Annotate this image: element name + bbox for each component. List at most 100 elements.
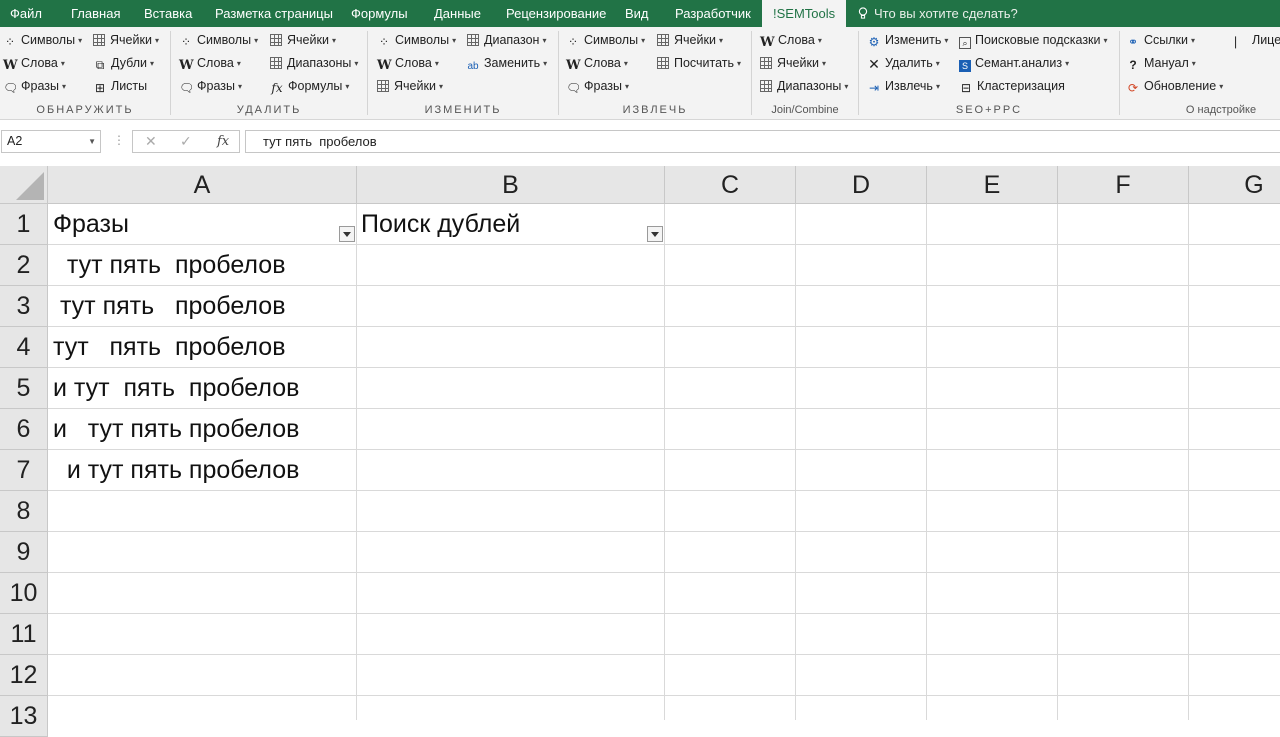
cell-b1[interactable]: Поиск дублей: [356, 204, 646, 245]
detect-phrases-button[interactable]: 🗨 Фразы ▾: [3, 76, 66, 96]
filter-dropdown-b1[interactable]: [647, 226, 663, 242]
change-cells-button[interactable]: Ячейки ▾: [377, 76, 443, 96]
row-header-7[interactable]: 7: [0, 450, 48, 491]
seo-modify-button[interactable]: ⚙ Изменить ▾: [867, 30, 949, 50]
join-ranges-label: Диапазоны: [777, 79, 842, 93]
remove-symbols-button[interactable]: ⁘ Символы ▾: [179, 30, 258, 50]
remove-phrases-button[interactable]: 🗨 Фразы ▾: [179, 76, 242, 96]
column-header-g[interactable]: G: [1189, 166, 1280, 204]
name-box[interactable]: A2 ▼: [1, 130, 101, 153]
extract-cells-button[interactable]: Ячейки ▾: [657, 30, 723, 50]
detect-dupes-button[interactable]: ⧉ Дубли ▾: [93, 53, 154, 73]
cluster-icon: ⊟: [960, 81, 972, 95]
cell-a5[interactable]: и тут пять пробелов: [48, 368, 356, 409]
tab-page-layout[interactable]: Разметка страницы: [215, 0, 333, 27]
chevron-down-icon: ▾: [78, 36, 83, 45]
row-header-13[interactable]: 13: [0, 696, 48, 737]
gridline: [664, 204, 665, 720]
chevron-down-icon: ▾: [61, 82, 66, 91]
about-update-label: Обновление: [1144, 79, 1217, 93]
change-symbols-button[interactable]: ⁘ Символы ▾: [377, 30, 456, 50]
remove-cells-button[interactable]: Ячейки ▾: [270, 30, 336, 50]
tab-data[interactable]: Данные: [434, 0, 481, 27]
chevron-down-icon: ▾: [237, 82, 242, 91]
formula-input[interactable]: тут пять пробелов: [245, 130, 1280, 153]
column-header-b[interactable]: B: [357, 166, 665, 204]
cell-a7[interactable]: и тут пять пробелов: [48, 450, 356, 491]
join-ranges-button[interactable]: Диапазоны ▾: [760, 76, 848, 96]
column-header-d[interactable]: D: [796, 166, 927, 204]
column-header-c[interactable]: C: [665, 166, 796, 204]
row-header-1[interactable]: 1: [0, 204, 48, 245]
about-links-label: Ссылки: [1144, 33, 1189, 47]
cell-a6[interactable]: и тут пять пробелов: [48, 409, 356, 450]
chevron-down-icon[interactable]: ▼: [88, 131, 96, 152]
cell-a3[interactable]: тут пять пробелов: [48, 286, 356, 327]
detect-sheets-button[interactable]: ⊞ Листы: [93, 76, 147, 96]
detect-words-label: Слова: [21, 56, 58, 70]
tab-view[interactable]: Вид: [625, 0, 649, 27]
about-update-button[interactable]: ⟳ Обновление ▾: [1126, 76, 1223, 96]
change-words-button[interactable]: W Слова ▾: [377, 53, 439, 73]
filter-dropdown-a1[interactable]: [339, 226, 355, 242]
extract-phrases-button[interactable]: 🗨 Фразы ▾: [566, 76, 629, 96]
spreadsheet-grid: A B C D E F G 1 2 3 4 5 6 7 8 9 10 11 12…: [0, 166, 1280, 737]
insert-function-icon[interactable]: fx: [217, 131, 229, 152]
remove-formulas-button[interactable]: fx Формулы ▾: [270, 76, 349, 96]
row-header-9[interactable]: 9: [0, 532, 48, 573]
seo-semantic-button[interactable]: S Семант.анализ ▾: [959, 53, 1069, 73]
detect-words-button[interactable]: W Слова ▾: [3, 53, 65, 73]
column-header-e[interactable]: E: [927, 166, 1058, 204]
select-all-button[interactable]: [0, 166, 48, 204]
about-links-button[interactable]: ⚭ Ссылки ▾: [1126, 30, 1195, 50]
extract-words-button[interactable]: W Слова ▾: [566, 53, 628, 73]
remove-symbols-label: Символы: [197, 33, 252, 47]
row-header-12[interactable]: 12: [0, 655, 48, 696]
chevron-down-icon: ▾: [821, 59, 826, 68]
tell-me-search[interactable]: Что вы хотите сделать?: [858, 0, 1018, 27]
tab-insert[interactable]: Вставка: [144, 0, 192, 27]
tab-developer[interactable]: Разработчик: [675, 0, 751, 27]
row-header-3[interactable]: 3: [0, 286, 48, 327]
tab-formulas[interactable]: Формулы: [351, 0, 408, 27]
cell-a4[interactable]: тут пять пробелов: [48, 327, 356, 368]
cancel-x-icon[interactable]: ✕: [145, 131, 157, 152]
tab-file[interactable]: Файл: [10, 0, 42, 27]
change-replace-button[interactable]: ab Заменить ▾: [466, 53, 547, 73]
seo-delete-button[interactable]: ✕ Удалить ▾: [867, 53, 940, 73]
remove-words-button[interactable]: W Слова ▾: [179, 53, 241, 73]
tab-home[interactable]: Главная: [71, 0, 120, 27]
row-header-10[interactable]: 10: [0, 573, 48, 614]
row-header-4[interactable]: 4: [0, 327, 48, 368]
change-range-button[interactable]: Диапазон ▾: [467, 30, 546, 50]
cell-a1[interactable]: Фразы: [48, 204, 338, 245]
detect-cells-button[interactable]: Ячейки ▾: [93, 30, 159, 50]
seo-suggest-button[interactable]: ⌕ Поисковые подсказки ▾: [959, 30, 1108, 50]
extract-count-button[interactable]: Посчитать ▾: [657, 53, 741, 73]
cell-a2[interactable]: тут пять пробелов: [48, 245, 356, 286]
confirm-check-icon[interactable]: ✓: [180, 131, 192, 152]
ranges-icon: [270, 57, 282, 69]
column-header-f[interactable]: F: [1058, 166, 1189, 204]
seo-extract-button[interactable]: ⇥ Извлечь ▾: [867, 76, 940, 96]
row-header-8[interactable]: 8: [0, 491, 48, 532]
row-header-2[interactable]: 2: [0, 245, 48, 286]
chevron-down-icon: ▾: [624, 82, 629, 91]
chevron-down-icon: ▾: [452, 36, 457, 45]
row-header-5[interactable]: 5: [0, 368, 48, 409]
detect-symbols-button[interactable]: ⁘ Символы ▾: [3, 30, 82, 50]
column-header-a[interactable]: A: [48, 166, 357, 204]
extract-symbols-button[interactable]: ⁘ Символы ▾: [566, 30, 645, 50]
join-words-button[interactable]: W Слова ▾: [760, 30, 822, 50]
remove-formulas-label: Формулы: [288, 79, 343, 93]
about-license-button[interactable]: ⎸ Лице: [1234, 30, 1280, 50]
tab-semtools[interactable]: !SEMTools: [762, 0, 847, 27]
row-header-11[interactable]: 11: [0, 614, 48, 655]
about-manual-button[interactable]: ? Мануал ▾: [1126, 53, 1195, 73]
splitter-handle[interactable]: ⋮: [113, 133, 125, 147]
seo-cluster-button[interactable]: ⊟ Кластеризация: [959, 76, 1065, 96]
tab-review[interactable]: Рецензирование: [506, 0, 606, 27]
remove-ranges-button[interactable]: Диапазоны ▾: [270, 53, 358, 73]
row-header-6[interactable]: 6: [0, 409, 48, 450]
join-cells-button[interactable]: Ячейки ▾: [760, 53, 826, 73]
